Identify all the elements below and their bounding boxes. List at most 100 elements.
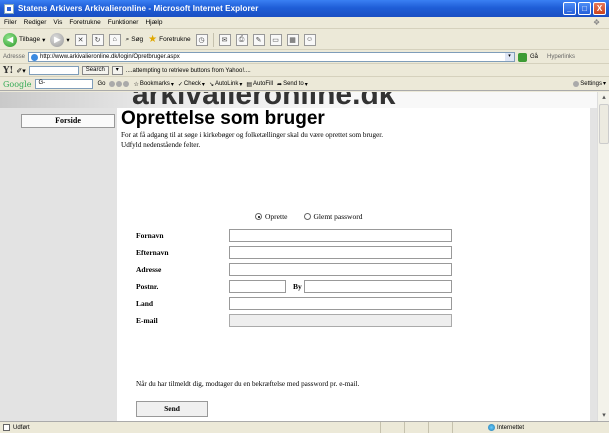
efternavn-label: Efternavn bbox=[136, 248, 169, 257]
google-logo[interactable]: Google bbox=[3, 80, 31, 89]
home-icon[interactable]: ⌂ bbox=[108, 33, 121, 46]
by-label: By bbox=[293, 282, 302, 291]
yahoo-search-dropdown-icon[interactable]: ▾ bbox=[111, 66, 123, 75]
forward-arrow-icon: ▶ bbox=[50, 32, 65, 47]
menu-filer[interactable]: Filer bbox=[4, 19, 17, 26]
scroll-thumb[interactable] bbox=[599, 104, 609, 144]
title-bar: Statens Arkivers Arkivalieronline - Micr… bbox=[0, 0, 609, 17]
address-dropdown-icon[interactable]: ▾ bbox=[505, 53, 515, 61]
done-page-icon bbox=[3, 424, 10, 431]
postnr-input[interactable] bbox=[229, 280, 286, 293]
yahoo-search-input[interactable] bbox=[28, 66, 79, 75]
research-icon[interactable]: ▦ bbox=[286, 33, 299, 46]
google-settings-button[interactable]: Settings ▾ bbox=[573, 80, 606, 87]
site-logo-text: arkivalieronline.dk bbox=[132, 92, 395, 108]
yahoo-dropdown-icon[interactable]: ✐▾ bbox=[16, 67, 25, 75]
search-icon: ⌕ bbox=[125, 35, 130, 43]
yahoo-toolbar: Y! ✐▾ Search ▾ ....attempting to retriev… bbox=[0, 65, 609, 77]
go-arrow-icon[interactable] bbox=[518, 52, 528, 62]
page-title: Oprettelse som bruger bbox=[121, 108, 325, 129]
google-sendto-button[interactable]: ➦ Send to ▾ bbox=[277, 81, 308, 88]
google-icons[interactable] bbox=[109, 81, 130, 87]
land-label: Land bbox=[136, 299, 154, 308]
yahoo-status-text: ....attempting to retrieve buttons from … bbox=[125, 67, 251, 74]
address-input[interactable]: http://www.arkivalieronline.dk/login/Opr… bbox=[28, 52, 516, 62]
adresse-label: Adresse bbox=[136, 265, 162, 274]
toolbar: ◀ Tilbage ▾ ▶ ▾ ✕ ↻ ⌂ ⌕ Søg ★ Foretrukne… bbox=[0, 30, 609, 50]
send-button[interactable]: Send bbox=[136, 401, 208, 417]
scroll-up-icon[interactable]: ▴ bbox=[598, 92, 609, 103]
security-zone: Internettet bbox=[488, 424, 524, 431]
google-check-button[interactable]: ✓ Check ▾ bbox=[178, 81, 205, 88]
links-button[interactable]: Hyperlinks bbox=[547, 54, 575, 60]
close-button[interactable]: X bbox=[593, 2, 606, 15]
favorites-button[interactable]: ★ Foretrukne bbox=[148, 34, 190, 45]
toolbar-separator bbox=[212, 32, 214, 47]
menu-funktioner[interactable]: Funktioner bbox=[108, 19, 139, 26]
row-postnr-by: Postnr. By bbox=[136, 280, 576, 297]
discuss-icon[interactable]: ▭ bbox=[269, 33, 282, 46]
window-controls: _ □ X bbox=[563, 2, 606, 15]
ie-app-icon bbox=[4, 3, 14, 14]
email-label: E-mail bbox=[136, 316, 158, 325]
sendto-icon: ➦ bbox=[277, 81, 283, 88]
dropdown-arrow-icon: ▾ bbox=[42, 36, 46, 44]
status-bar: Udført Internettet bbox=[0, 421, 609, 433]
left-navigation: Forside bbox=[0, 108, 117, 421]
menu-hjaelp[interactable]: Hjælp bbox=[145, 19, 162, 26]
history-icon[interactable]: ◷ bbox=[195, 33, 208, 46]
autofill-icon: ▤ bbox=[246, 81, 253, 88]
google-search-input[interactable]: G- bbox=[35, 79, 94, 89]
radio-oprette[interactable]: Oprette bbox=[255, 212, 288, 221]
row-fornavn: Fornavn bbox=[136, 229, 576, 246]
stop-icon[interactable]: ✕ bbox=[74, 33, 87, 46]
email-input[interactable] bbox=[229, 314, 452, 327]
row-email: E-mail bbox=[136, 314, 576, 331]
star-icon: ☆ bbox=[133, 81, 139, 88]
row-efternavn: Efternavn bbox=[136, 246, 576, 263]
mail-icon[interactable]: ✉ bbox=[218, 33, 231, 46]
address-url: http://www.arkivalieronline.dk/login/Opr… bbox=[40, 54, 180, 60]
search-button[interactable]: ⌕ Søg bbox=[126, 36, 144, 44]
fornavn-label: Fornavn bbox=[136, 231, 164, 240]
vertical-scrollbar[interactable]: ▴ ▾ bbox=[597, 92, 609, 421]
postnr-label: Postnr. bbox=[136, 282, 159, 291]
google-autofill-button[interactable]: ▤ AutoFill bbox=[246, 81, 273, 88]
maximize-button[interactable]: □ bbox=[578, 2, 591, 15]
back-arrow-icon: ◀ bbox=[3, 32, 17, 47]
google-autolink-button[interactable]: ↘ AutoLink ▾ bbox=[209, 81, 242, 88]
print-icon[interactable]: ⎙ bbox=[235, 33, 248, 46]
google-bookmarks-button[interactable]: ☆ Bookmarks ▾ bbox=[133, 81, 173, 88]
scroll-down-icon[interactable]: ▾ bbox=[598, 410, 609, 421]
google-toolbar: Google G- Go ☆ Bookmarks ▾ ✓ Check ▾ ↘ AutoLi… bbox=[0, 78, 609, 91]
spellcheck-icon: ✓ bbox=[177, 81, 183, 88]
go-button[interactable]: Gå bbox=[530, 54, 538, 60]
land-input[interactable] bbox=[229, 297, 452, 310]
yahoo-search-button[interactable]: Search bbox=[81, 66, 109, 75]
efternavn-input[interactable] bbox=[229, 246, 452, 259]
nav-forside-link[interactable]: Forside bbox=[21, 114, 115, 128]
yahoo-logo[interactable]: Y! bbox=[3, 66, 13, 76]
google-go-button[interactable]: Go bbox=[97, 81, 105, 87]
menu-foretrukne[interactable]: Foretrukne bbox=[69, 19, 100, 26]
status-cells bbox=[380, 422, 476, 433]
minimize-button[interactable]: _ bbox=[563, 2, 576, 15]
radio-selected-icon bbox=[255, 213, 262, 220]
forward-button[interactable]: ▶ ▾ bbox=[50, 32, 70, 47]
adresse-input[interactable] bbox=[229, 263, 452, 276]
back-button[interactable]: ◀ Tilbage ▾ bbox=[3, 32, 46, 47]
menu-vis[interactable]: Vis bbox=[53, 19, 62, 26]
radio-unselected-icon bbox=[303, 213, 311, 220]
menu-rediger[interactable]: Rediger bbox=[24, 19, 47, 26]
fornavn-input[interactable] bbox=[229, 229, 452, 242]
refresh-icon[interactable]: ↻ bbox=[91, 33, 104, 46]
edit-icon[interactable]: ✎ bbox=[252, 33, 265, 46]
by-input[interactable] bbox=[304, 280, 452, 293]
dropdown-arrow-icon: ▾ bbox=[66, 36, 70, 44]
registration-form: Fornavn Efternavn Adresse Postnr. By Lan… bbox=[136, 229, 576, 331]
menu-bar: Filer Rediger Vis Foretrukne Funktioner … bbox=[0, 17, 609, 29]
windows-logo-icon: ❖ bbox=[593, 18, 601, 27]
messenger-icon[interactable]: ☺ bbox=[303, 33, 316, 46]
autolink-icon: ↘ bbox=[208, 81, 214, 88]
radio-glemt-password[interactable]: Glemt password bbox=[303, 212, 362, 221]
